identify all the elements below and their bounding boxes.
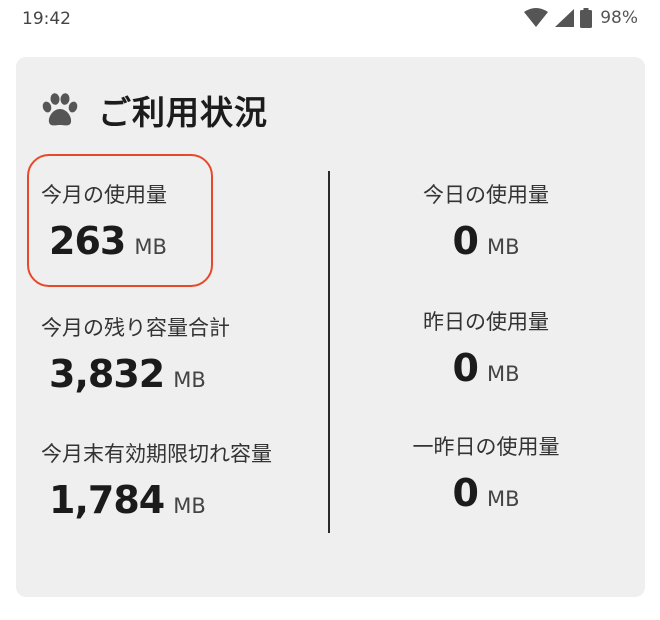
card-title: ご利用状況 xyxy=(98,93,268,132)
monthly-remaining-total: 今月の残り容量合計 3,832 MB xyxy=(41,312,230,396)
stat-value-row: 0 MB xyxy=(330,219,642,263)
stat-value-row: 0 MB xyxy=(330,471,642,515)
status-time: 19:42 xyxy=(22,9,71,29)
yesterday-usage: 昨日の使用量 0 MB xyxy=(330,306,642,390)
stat-value-row: 263 MB xyxy=(41,219,167,263)
stat-unit: MB xyxy=(173,368,206,392)
stat-value-row: 1,784 MB xyxy=(41,478,272,522)
day-before-yesterday-usage: 一昨日の使用量 0 MB xyxy=(330,431,642,515)
stat-unit: MB xyxy=(173,494,206,518)
month-end-expiring: 今月末有効期限切れ容量 1,784 MB xyxy=(41,438,272,522)
wifi-icon xyxy=(524,8,549,28)
monthly-usage: 今月の使用量 263 MB xyxy=(41,179,167,263)
stat-unit: MB xyxy=(134,235,167,259)
status-icons: 98% xyxy=(524,8,638,28)
status-bar: 19:42 98% xyxy=(0,0,660,40)
stat-unit: MB xyxy=(486,487,520,511)
stat-label: 今月の使用量 xyxy=(41,183,167,207)
stat-value: 0 xyxy=(452,346,479,390)
today-usage: 今日の使用量 0 MB xyxy=(330,179,642,263)
stat-unit: MB xyxy=(486,362,520,386)
stat-value: 263 xyxy=(49,219,126,263)
stat-value: 0 xyxy=(452,219,479,263)
stat-label: 昨日の使用量 xyxy=(423,310,549,334)
signal-icon xyxy=(554,8,575,28)
stat-value: 0 xyxy=(452,471,479,515)
stat-value: 1,784 xyxy=(49,478,165,522)
card-header: ご利用状況 xyxy=(40,85,268,135)
stat-value: 3,832 xyxy=(49,352,165,396)
stat-unit: MB xyxy=(486,235,520,259)
battery-percent: 98% xyxy=(600,8,638,28)
stat-value-row: 3,832 MB xyxy=(41,352,230,396)
paw-icon xyxy=(40,90,80,130)
usage-card: ご利用状況 今月の使用量 263 MB 今月の残り容量合計 3,832 MB 今… xyxy=(16,57,645,597)
stat-label: 今月末有効期限切れ容量 xyxy=(41,442,272,466)
battery-icon xyxy=(580,8,593,28)
stat-label: 今月の残り容量合計 xyxy=(41,316,230,340)
stat-label: 今日の使用量 xyxy=(423,183,549,207)
stat-label: 一昨日の使用量 xyxy=(412,435,560,459)
stat-value-row: 0 MB xyxy=(330,346,642,390)
